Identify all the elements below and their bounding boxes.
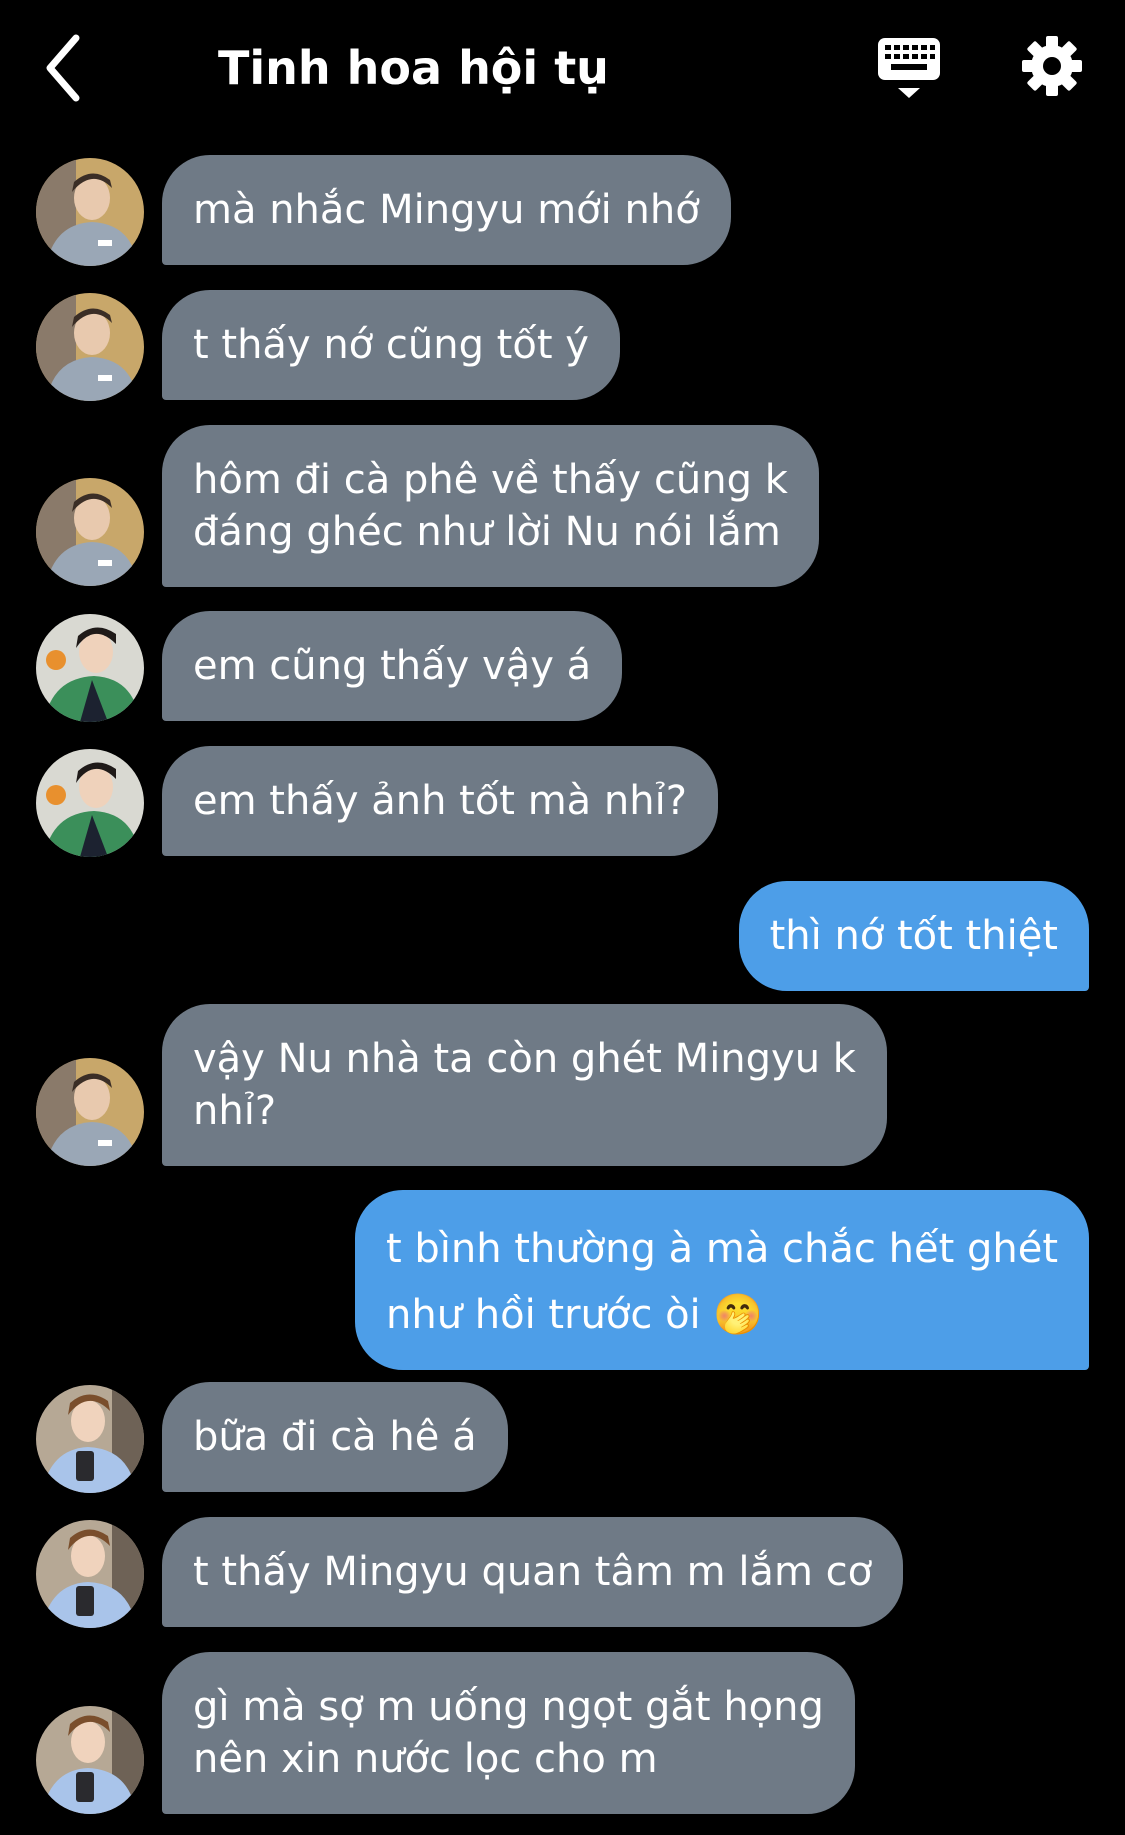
message-text: thì nớ tốt thiệt [769, 913, 1058, 959]
settings-button[interactable] [1020, 34, 1084, 98]
avatar[interactable] [36, 1058, 144, 1166]
keyboard-icon [878, 38, 940, 98]
avatar[interactable] [36, 158, 144, 266]
message-bubble-incoming[interactable]: em thấy ảnh tốt mà nhỉ? [162, 746, 718, 856]
avatar[interactable] [36, 1706, 144, 1814]
keyboard-button[interactable] [876, 36, 942, 102]
message-text: bữa đi cà hê á [193, 1414, 477, 1460]
message-text: t thấy nớ cũng tốt ý [193, 322, 589, 368]
avatar-gray-hoodie-image [36, 158, 144, 266]
message-text: gì mà sợ m uống ngọt gắt họng [193, 1684, 824, 1730]
message-bubble-incoming[interactable]: hôm đi cà phê về thấy cũng k đáng ghéc n… [162, 425, 819, 587]
message-bubble-incoming[interactable]: gì mà sợ m uống ngọt gắt họng nên xin nư… [162, 1652, 855, 1814]
avatar[interactable] [36, 749, 144, 857]
avatar[interactable] [36, 293, 144, 401]
avatar[interactable] [36, 478, 144, 586]
avatar-green-jacket-image [36, 614, 144, 722]
chat-header: Tinh hoa hội tụ [0, 0, 1125, 140]
avatar[interactable] [36, 1520, 144, 1628]
message-bubble-incoming[interactable]: bữa đi cà hê á [162, 1382, 508, 1492]
message-text: hôm đi cà phê về thấy cũng k [193, 457, 788, 503]
message-text: như hồi trước òi 🤭 [385, 1292, 764, 1338]
message-bubble-incoming[interactable]: em cũng thấy vậy á [162, 611, 623, 721]
message-text: đáng ghéc như lời Nu nói lắm [193, 509, 781, 555]
message-bubble-outgoing[interactable]: thì nớ tốt thiệt [738, 881, 1089, 991]
message-bubble-incoming[interactable]: t thấy nớ cũng tốt ý [162, 290, 620, 400]
message-text: nhỉ? [193, 1088, 277, 1134]
message-text: nên xin nước lọc cho m [193, 1736, 658, 1782]
message-text: t bình thường à mà chắc hết ghét [385, 1226, 1058, 1272]
avatar-gray-hoodie-image [36, 478, 144, 586]
message-text: vậy Nu nhà ta còn ghét Mingyu k [193, 1036, 856, 1082]
message-bubble-incoming[interactable]: mà nhắc Mingyu mới nhớ [162, 155, 731, 265]
gear-icon [1022, 36, 1082, 96]
avatar-gray-hoodie-image [36, 1058, 144, 1166]
avatar[interactable] [36, 614, 144, 722]
chevron-left-icon [46, 34, 80, 102]
message-text: mà nhắc Mingyu mới nhớ [193, 187, 700, 233]
message-bubble-incoming[interactable]: t thấy Mingyu quan tâm m lắm cơ [162, 1517, 904, 1627]
message-text: em cũng thấy vậy á [193, 643, 592, 689]
message-bubble-incoming[interactable]: vậy Nu nhà ta còn ghét Mingyu k nhỉ? [162, 1004, 887, 1166]
avatar-green-jacket-image [36, 749, 144, 857]
message-text: em thấy ảnh tốt mà nhỉ? [193, 778, 687, 824]
message-bubble-outgoing[interactable]: t bình thường à mà chắc hết ghét như hồi… [354, 1190, 1089, 1370]
avatar-gray-hoodie-image [36, 293, 144, 401]
avatar-blue-shirt-image [36, 1706, 144, 1814]
back-button[interactable] [40, 30, 100, 106]
avatar-blue-shirt-image [36, 1520, 144, 1628]
avatar[interactable] [36, 1385, 144, 1493]
chat-title: Tinh hoa hội tụ [218, 41, 609, 95]
message-text: t thấy Mingyu quan tâm m lắm cơ [193, 1549, 873, 1595]
avatar-blue-shirt-image [36, 1385, 144, 1493]
